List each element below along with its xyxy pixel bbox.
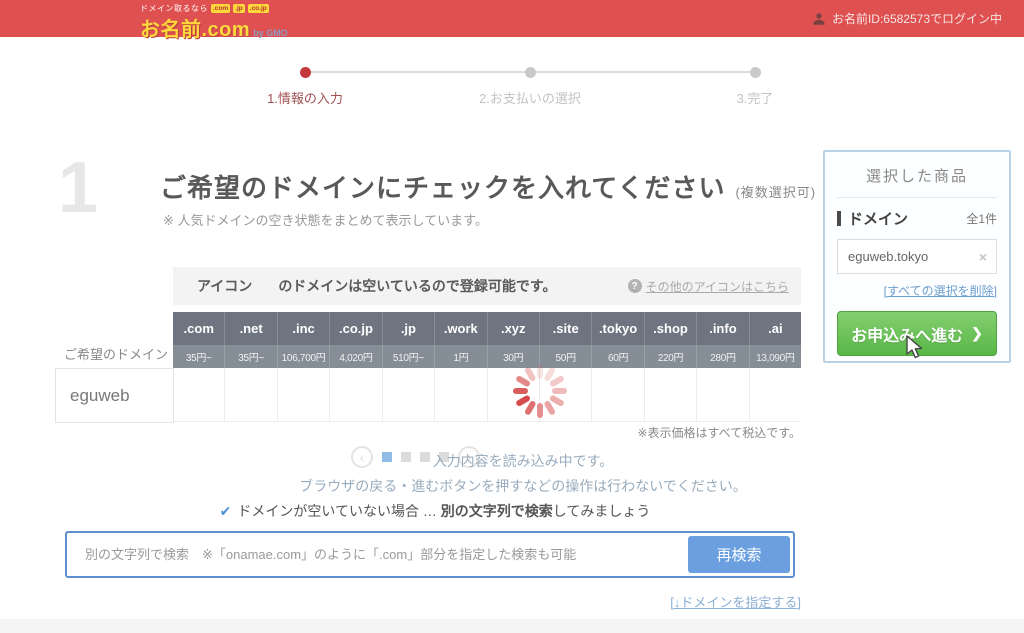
cart-category-row: ドメイン 全1件 <box>837 208 997 229</box>
tld-price: 35円~ <box>225 345 278 368</box>
brand-suffix: by GMO <box>253 28 288 38</box>
page-title-note: (複数選択可) <box>735 185 817 200</box>
proceed-button[interactable]: お申込みへ進む ❯ <box>837 311 997 356</box>
footer-strip <box>0 619 1024 633</box>
tld-result-cell[interactable] <box>330 368 383 421</box>
user-icon <box>813 12 825 25</box>
question-icon: ? <box>627 279 642 293</box>
cart-count: 全1件 <box>966 212 997 226</box>
selected-items-panel: 選択した商品 ドメイン 全1件 eguweb.tokyo × [すべての選択を削… <box>823 150 1011 363</box>
tld-header: .ai <box>768 321 783 336</box>
loading-message: 入力内容を読み込み中です。 ブラウザの戻る・進むボタンを押すなどの操作は行わない… <box>173 451 873 496</box>
step-label-2: 2.お支払いの選択 <box>479 91 581 106</box>
logo-main-row: お名前.com by GMO <box>140 13 288 42</box>
chevron-right-icon: ❯ <box>971 325 983 341</box>
page: ドメイン取るなら .com .jp .co.jp お名前.com by GMO … <box>0 0 1024 633</box>
tld-table: .com .net .inc .co.jp .jp .work .xyz .si… <box>173 312 802 422</box>
cart-divider <box>837 197 997 198</box>
tld-price-row: 35円~ 35円~ 106,700円 4,020円 510円~ 1円 30円 5… <box>173 345 801 368</box>
header: ドメイン取るなら .com .jp .co.jp お名前.com by GMO … <box>0 0 1024 41</box>
page-title: ご希望のドメインにチェックを入れてください (複数選択可) <box>160 168 816 205</box>
tld-price: 106,700円 <box>278 345 331 368</box>
query-domain-cell: eguweb <box>55 368 174 423</box>
cart-title: 選択した商品 <box>865 168 968 185</box>
loading-line2: ブラウザの戻る・進むボタンを押すなどの操作は行わないでください。 <box>299 478 747 494</box>
page-title-text: ご希望のドメインにチェックを入れてください <box>160 173 726 203</box>
info-bar-prefix: アイコン <box>197 278 253 294</box>
cart-item-row: eguweb.tokyo × <box>837 239 997 274</box>
tld-price: 510円~ <box>383 345 436 368</box>
tld-price: 35円~ <box>173 345 226 368</box>
re-search-button[interactable]: 再検索 <box>688 536 790 573</box>
specify-domain-link[interactable]: [↓ドメインを指定する] <box>670 592 801 611</box>
tld-header: .shop <box>645 312 698 345</box>
check-icon: ✔ <box>219 503 232 519</box>
login-status-text: お名前ID:6582573でログイン中 <box>831 12 1002 26</box>
brand-text: お名前.com <box>140 19 251 41</box>
tld-price: 280円 <box>697 345 750 368</box>
tld-result-cell[interactable] <box>592 368 645 421</box>
retry-hint-bold: 別の文字列で検索 <box>440 503 553 519</box>
retry-hint: ✔ ドメインが空いていない場合 … 別の文字列で検索してみましょう <box>65 501 805 521</box>
tld-result-cell[interactable] <box>435 368 488 421</box>
loading-line1: 入力内容を読み込み中です。 <box>432 453 614 469</box>
logo-badge-cojp: .co.jp <box>247 3 269 13</box>
re-search-bar: 再検索 <box>65 531 795 578</box>
tld-result-cell[interactable] <box>382 368 436 421</box>
tld-price: 220円 <box>645 345 698 368</box>
cart-item-name: eguweb.tokyo <box>848 249 929 264</box>
tax-note: ※表示価格はすべて税込です。 <box>637 426 801 440</box>
tld-result-cell[interactable] <box>644 368 698 421</box>
tld-header: .work <box>435 312 488 345</box>
logo-top-row: ドメイン取るなら .com .jp .co.jp <box>140 3 288 13</box>
step-dot-3 <box>750 67 761 78</box>
tld-header-row: .com .net .inc .co.jp .jp .work .xyz .si… <box>173 312 801 345</box>
tld-price: 4,020円 <box>330 345 383 368</box>
logo-tagline: ドメイン取るなら <box>140 3 208 13</box>
step-dot-1 <box>300 67 311 78</box>
tld-header: .net <box>225 312 278 345</box>
tld-result-row <box>173 368 802 422</box>
tld-header: .xyz <box>488 312 540 345</box>
tld-price: 60円 <box>592 345 645 368</box>
tld-result-cell[interactable] <box>697 368 750 421</box>
tld-price: 13,090円 <box>756 353 795 364</box>
info-bar-suffix: のドメインは空いているので登録可能です。 <box>278 278 557 294</box>
other-icons-link-text: その他のアイコンはこちら <box>645 279 789 294</box>
logo-badge-com: .com <box>211 3 231 13</box>
query-row-label: ご希望のドメイン <box>64 347 169 362</box>
close-icon[interactable]: × <box>979 249 987 265</box>
tld-header: .site <box>540 312 593 345</box>
tld-header: .info <box>697 312 750 345</box>
loading-spinner <box>512 363 568 419</box>
cart-category-label: ドメイン <box>848 211 909 228</box>
proceed-button-label: お申込みへ進む <box>851 327 964 345</box>
tld-result-cell[interactable] <box>277 368 331 421</box>
other-icons-link[interactable]: ? その他のアイコンはこちら <box>627 278 789 295</box>
tld-result-cell[interactable] <box>225 368 278 421</box>
section-number: 1 <box>58 148 99 228</box>
step-label-3: 3.完了 <box>736 91 774 106</box>
step-label-1: 1.情報の入力 <box>267 91 343 106</box>
section-subtitle: ※ 人気ドメインの空き状態をまとめて表示しています。 <box>163 213 488 228</box>
tld-result-cell[interactable] <box>749 368 802 421</box>
search-input[interactable] <box>67 533 677 576</box>
tld-header: .tokyo <box>592 312 645 345</box>
icon-info-bar: アイコン のドメインは空いているので登録可能です。 ? その他のアイコンはこちら <box>173 267 801 305</box>
onamae-logo[interactable]: ドメイン取るなら .com .jp .co.jp お名前.com by GMO <box>140 3 288 42</box>
category-bar-icon <box>837 211 841 226</box>
tld-price: 1円 <box>435 345 488 368</box>
logo-badge-jp: .jp <box>233 3 245 13</box>
tld-header: .inc <box>278 312 331 345</box>
tld-header: .co.jp <box>330 312 383 345</box>
tld-header: .com <box>173 312 226 345</box>
retry-hint-tail: してみましょう <box>552 503 651 519</box>
step-dot-2 <box>525 67 536 78</box>
tld-result-cell[interactable] <box>173 368 226 421</box>
retry-hint-lead: ドメインが空いていない場合 … <box>237 503 441 519</box>
remove-all-link[interactable]: [すべての選択を削除] <box>837 282 997 299</box>
login-status[interactable]: お名前ID:6582573でログイン中 <box>812 0 1002 37</box>
tld-header: .jp <box>383 312 436 345</box>
